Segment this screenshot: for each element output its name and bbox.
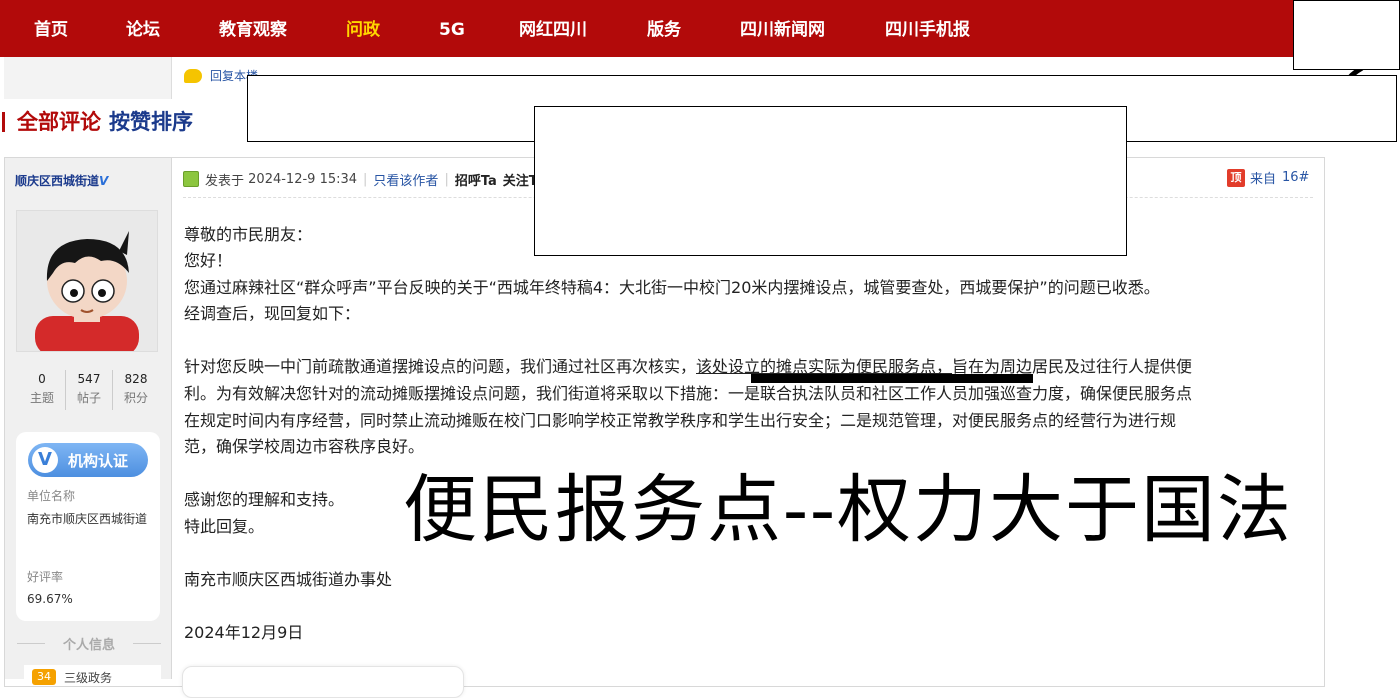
nav-item-wanghong-sichuan[interactable]: 网红四川 bbox=[519, 19, 587, 41]
rating-label: 好评率 bbox=[27, 570, 64, 584]
header-divider: | bbox=[444, 171, 449, 187]
unit-name-value: 南充市顺庆区西城街道 bbox=[27, 512, 148, 526]
rating-value: 69.67% bbox=[27, 592, 73, 606]
personal-info-heading: 个人信息 bbox=[17, 634, 161, 653]
paragraph-1-line-1: 您通过麻辣社区“群众呼声”平台反映的关于“西城年终特稿4：大北街一中校门20米内… bbox=[184, 278, 1160, 297]
sort-by-likes-link[interactable]: 按赞排序 bbox=[109, 110, 193, 134]
reply-close-line: 特此回复。 bbox=[184, 517, 265, 536]
author-name-text: 顺庆区西城街道 bbox=[15, 174, 100, 188]
top-nav-bar: 首页 论坛 教育观察 问政 5G 网红四川 版务 四川新闻网 四川手机报 bbox=[0, 0, 1400, 57]
level-badge-icon: 34 bbox=[32, 669, 56, 685]
reply-input-box[interactable] bbox=[182, 666, 464, 698]
stat-points-value: 828 bbox=[124, 372, 148, 386]
institution-cert-badge: V 机构认证 bbox=[28, 443, 148, 477]
author-name-link[interactable]: 顺庆区西城街道V bbox=[15, 172, 108, 189]
only-author-link[interactable]: 只看该作者 bbox=[373, 170, 438, 189]
author-sidebar: 顺庆区西城街道V 0 主题 547 帖子 828 积分 V 机构认证 单位名称 … bbox=[5, 158, 172, 685]
floor-info: 顶 来自 16# bbox=[1227, 168, 1309, 187]
unit-name-label: 单位名称 bbox=[27, 489, 76, 503]
from-label: 来自 bbox=[1250, 172, 1277, 187]
overlay-caption: 便民报务点--权力大于国法 bbox=[403, 467, 1294, 553]
stat-points-label: 积分 bbox=[123, 391, 148, 405]
paragraph-2-line-1: 针对您反映一中门前疏散通道摆摊设点的问题，我们通过社区再次核实，该处设立的摊点实… bbox=[184, 354, 1192, 380]
nav-item-5g[interactable]: 5G bbox=[439, 19, 465, 41]
nav-item-sichuan-news[interactable]: 四川新闻网 bbox=[740, 19, 825, 41]
header-divider: | bbox=[363, 171, 368, 187]
date-line: 2024年12月9日 bbox=[184, 623, 304, 642]
blank-overlay-box-3 bbox=[534, 106, 1127, 256]
speech-bubble-icon bbox=[184, 68, 202, 83]
author-level-row: 34 三级政务 bbox=[24, 665, 161, 685]
signature-line: 南充市顺庆区西城街道办事处 bbox=[184, 570, 393, 589]
blank-overlay-box-1 bbox=[1293, 0, 1400, 70]
greet-button[interactable]: 招呼Ta bbox=[455, 170, 497, 189]
cartoon-avatar-icon bbox=[17, 211, 157, 351]
cert-badge-label: 机构认证 bbox=[68, 451, 129, 470]
nav-item-banwu[interactable]: 版务 bbox=[647, 19, 681, 41]
post-header: 发表于 2024-12-9 15:34 | 只看该作者 | 招呼Ta 关注Ta bbox=[183, 170, 551, 189]
paragraph-2-line-3: 在规定时间内有序经营，同时禁止流动摊贩在校门口影响学校正常教学秩序和学生出行安全… bbox=[184, 411, 1177, 430]
upvote-top-icon[interactable]: 顶 bbox=[1227, 168, 1245, 187]
nav-item-wenzheng[interactable]: 问政 bbox=[346, 19, 380, 41]
paragraph-2-line-2: 利。为有效解决您针对的流动摊贩摆摊设点问题，我们街道将采取以下措施：一是联合执法… bbox=[184, 384, 1193, 403]
verified-v-circle-icon: V bbox=[32, 447, 58, 473]
verified-v-icon: V bbox=[99, 174, 109, 188]
stat-threads[interactable]: 0 主题 bbox=[19, 370, 65, 410]
online-status-icon bbox=[183, 171, 199, 187]
nav-item-education[interactable]: 教育观察 bbox=[219, 19, 287, 41]
greeting-line-1: 尊敬的市民朋友： bbox=[184, 225, 313, 244]
nav-item-forum[interactable]: 论坛 bbox=[126, 19, 160, 41]
stat-threads-value: 0 bbox=[38, 372, 46, 386]
comments-section-title: 全部评论 按赞排序 bbox=[2, 106, 193, 136]
stat-posts-label: 帖子 bbox=[76, 391, 101, 405]
title-accent-bar bbox=[2, 112, 5, 132]
certification-card: V 机构认证 单位名称 南充市顺庆区西城街道 好评率 69.67% bbox=[16, 432, 160, 621]
stat-posts[interactable]: 547 帖子 bbox=[65, 370, 112, 410]
level-label: 三级政务 bbox=[64, 671, 113, 685]
author-stats: 0 主题 547 帖子 828 积分 bbox=[19, 370, 159, 410]
paragraph-2-line-4: 范，确保学校周边市容秩序良好。 bbox=[184, 437, 425, 456]
nav-item-home[interactable]: 首页 bbox=[34, 19, 68, 41]
floor-number-link[interactable]: 16# bbox=[1282, 170, 1309, 185]
stat-posts-value: 547 bbox=[77, 372, 101, 386]
all-comments-label[interactable]: 全部评论 bbox=[17, 110, 101, 134]
paragraph-2-line-1-pre: 针对您反映一中门前疏散通道摆摊设点的问题，我们通过社区再次核实， bbox=[184, 357, 697, 376]
sidebar-top-strip bbox=[4, 57, 172, 99]
thanks-line: 感谢您的理解和支持。 bbox=[184, 490, 345, 509]
nav-item-sichuan-mobile-paper[interactable]: 四川手机报 bbox=[885, 19, 970, 41]
avatar[interactable] bbox=[16, 210, 158, 352]
posted-time: 2024-12-9 15:34 bbox=[248, 171, 358, 187]
greeting-line-2: 您好！ bbox=[184, 251, 233, 270]
stat-threads-label: 主题 bbox=[29, 391, 54, 405]
paragraph-1-line-2: 经调查后，现回复如下： bbox=[184, 304, 361, 323]
stat-points[interactable]: 828 积分 bbox=[112, 370, 159, 410]
posted-prefix: 发表于 bbox=[205, 173, 245, 189]
